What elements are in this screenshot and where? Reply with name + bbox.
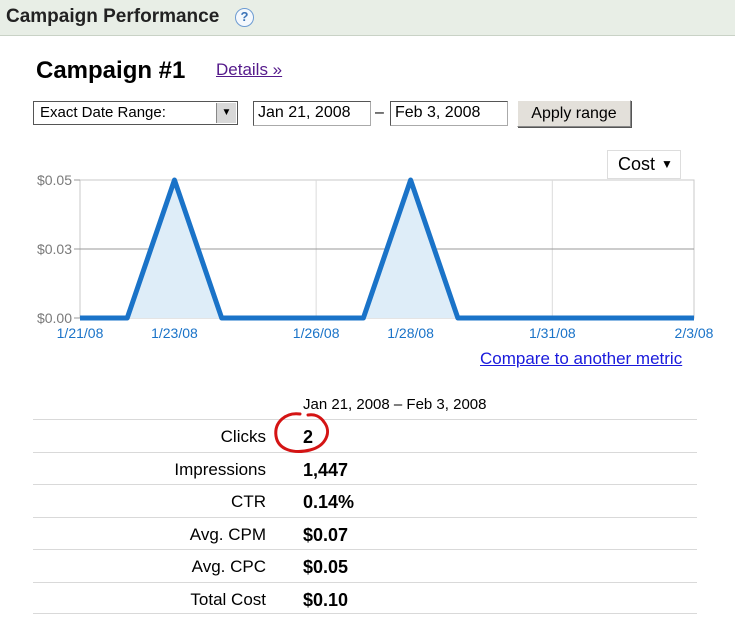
stat-value: $0.05	[303, 557, 349, 577]
help-icon[interactable]: ?	[235, 8, 254, 27]
stat-row: Avg. CPC $0.05	[33, 549, 697, 582]
x-tick-label: 2/3/08	[675, 325, 714, 341]
stat-label: Impressions	[174, 459, 266, 479]
red-circle-annotation	[274, 412, 329, 453]
compare-metric-link[interactable]: Compare to another metric	[480, 349, 682, 369]
end-date-input[interactable]: Feb 3, 2008	[390, 101, 508, 126]
date-range-select-value: Exact Date Range:	[40, 104, 166, 121]
y-tick-label: $0.05	[37, 172, 72, 188]
stat-value: $0.10	[303, 589, 349, 610]
x-tick-label: 1/23/08	[151, 325, 198, 341]
stats-table: Clicks 2 Impressions 1,447 CTR 0.14% Avg. CPM $…	[33, 419, 697, 614]
date-range-select[interactable]: Exact Date Range: ▼	[33, 101, 238, 125]
y-tick-label: $0.03	[37, 241, 72, 257]
y-tick-label: $0.00	[37, 310, 72, 326]
metric-dropdown[interactable]: Cost ▼	[607, 150, 681, 179]
x-tick-label: 1/26/08	[293, 325, 340, 341]
stat-row: Impressions 1,447	[33, 451, 697, 485]
panel-title: Campaign Performance	[6, 6, 220, 27]
details-link[interactable]: Details »	[216, 60, 282, 80]
stat-row: CTR 0.14%	[33, 484, 697, 517]
panel-header: Campaign Performance ?	[0, 0, 735, 36]
stat-row: Avg. CPM $0.07	[33, 516, 697, 550]
x-tick-label: 1/31/08	[529, 325, 576, 341]
stat-value: $0.07	[303, 524, 349, 545]
stat-label: Avg. CPM	[189, 524, 266, 544]
start-date-input[interactable]: Jan 21, 2008	[253, 101, 371, 126]
stat-row: Total Cost $0.10	[33, 581, 697, 614]
apply-range-button[interactable]: Apply range	[517, 100, 631, 127]
stat-row: Clicks 2	[33, 419, 697, 452]
metric-dropdown-label: Cost	[618, 154, 656, 174]
chevron-down-icon[interactable]: ▼	[216, 103, 236, 123]
campaign-title: Campaign #1	[36, 57, 186, 84]
stat-value: 1,447	[303, 459, 349, 480]
stat-label: Total Cost	[190, 589, 266, 609]
stat-label: Clicks	[220, 427, 266, 446]
stat-label: CTR	[231, 492, 266, 511]
stat-value: 0.14%	[303, 492, 355, 512]
cost-chart: $0.05 $0.03 $0.001/21/08 1/23/08 1/26/08 1/28…	[37, 172, 714, 341]
stat-label: Avg. CPC	[191, 557, 266, 576]
x-tick-label: 1/21/08	[57, 325, 104, 341]
caret-down-icon: ▼	[661, 157, 673, 171]
date-separator: –	[375, 104, 384, 121]
x-tick-label: 1/28/08	[387, 325, 434, 341]
